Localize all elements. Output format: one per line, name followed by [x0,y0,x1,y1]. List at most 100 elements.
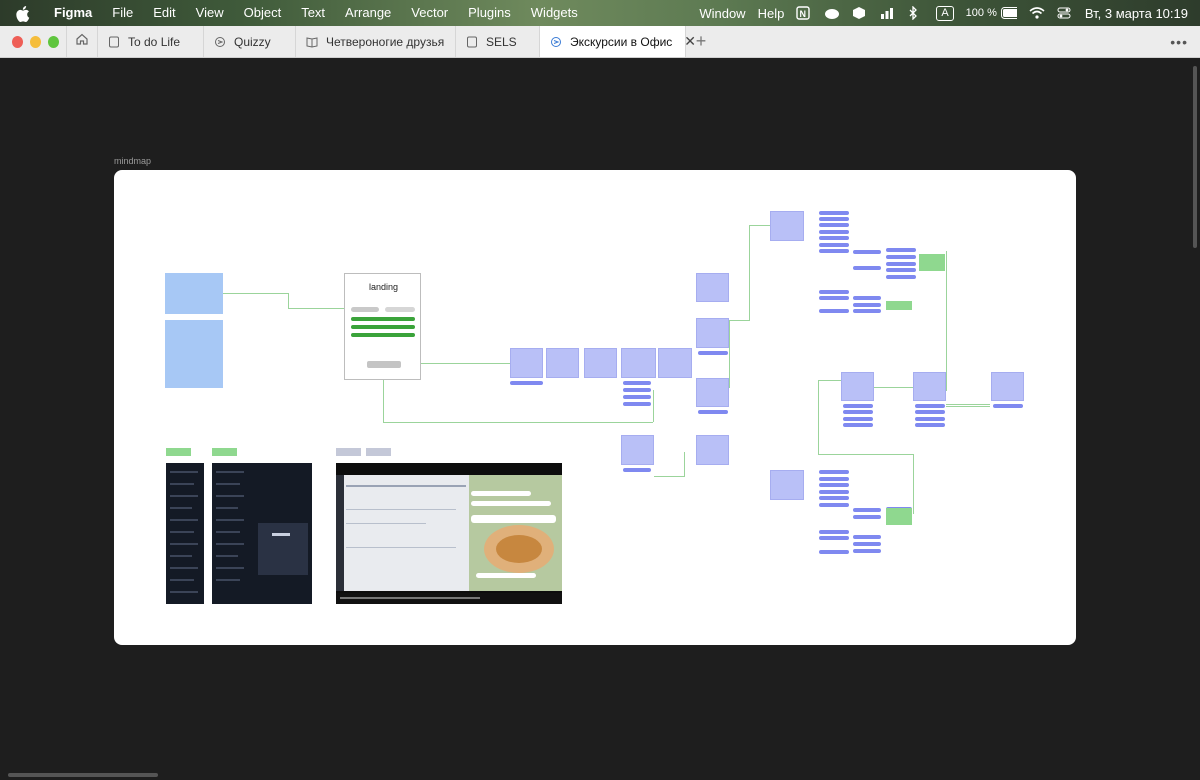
mindmap-card[interactable] [770,211,804,241]
control-center-icon[interactable] [1057,6,1073,20]
pill-button[interactable] [819,223,849,227]
bluetooth-icon[interactable] [908,6,924,20]
close-window-button[interactable] [12,35,23,48]
green-sticky-note[interactable] [886,508,912,525]
menu-help[interactable]: Help [758,6,785,21]
green-option[interactable] [351,317,415,321]
pill-button[interactable] [853,508,881,512]
pill-button[interactable] [819,230,849,234]
pill-button[interactable] [886,248,916,252]
menu-object[interactable]: Object [234,0,292,26]
horizontal-scrollbar[interactable] [8,773,158,777]
pill-button[interactable] [886,275,916,279]
pill-button[interactable] [623,468,651,472]
pill-button[interactable] [698,351,728,355]
tab-sels[interactable]: SELS [456,26,540,57]
tab-chetveronogie-druzya[interactable]: Четвероногие друзья [296,26,456,57]
pill-button[interactable] [819,490,849,494]
landing-button[interactable] [385,307,415,312]
phone-screenshot[interactable] [212,463,312,604]
wifi-icon[interactable] [1029,6,1045,20]
mindmap-card[interactable] [696,378,729,407]
pill-button[interactable] [853,309,881,313]
cube-icon[interactable] [852,6,868,20]
pill-button[interactable] [819,477,849,481]
pill-button[interactable] [843,417,873,421]
video-screenshot[interactable] [336,463,562,604]
tab-to-do-life[interactable]: To do Life [98,26,204,57]
pill-button[interactable] [886,262,916,266]
close-tab-icon[interactable]: ✕ [684,33,696,50]
pill-button[interactable] [843,410,873,414]
pill-button[interactable] [843,404,873,408]
mindmap-card[interactable] [546,348,579,378]
mindmap-card[interactable] [696,318,729,348]
pill-button[interactable] [819,536,849,540]
pill-button[interactable] [819,243,849,247]
minimize-window-button[interactable] [30,35,41,48]
battery-icon[interactable] [1000,6,1017,20]
green-sticky-note[interactable] [919,254,945,271]
pill-button[interactable] [819,550,849,554]
pill-button[interactable] [886,268,916,272]
mindmap-card[interactable] [841,372,874,401]
landing-frame[interactable]: landing [344,273,421,380]
menu-edit[interactable]: Edit [143,0,185,26]
phone-screenshot[interactable] [166,463,204,604]
mindmap-card[interactable] [770,470,804,500]
grey-tag[interactable] [366,448,391,456]
pill-button[interactable] [853,250,881,254]
pill-button[interactable] [819,217,849,221]
creative-cloud-icon[interactable] [824,6,840,20]
pill-button[interactable] [886,255,916,259]
stats-icon[interactable] [880,6,896,20]
menu-arrange[interactable]: Arrange [335,0,401,26]
pill-button[interactable] [853,515,881,519]
tab-ekskursii-v-ofis[interactable]: Экскурсии в Офис ✕ [540,26,696,57]
frame-label[interactable]: mindmap [114,156,151,166]
figma-canvas[interactable]: mindmap landing [0,58,1200,780]
mindmap-card[interactable] [584,348,617,378]
pill-button[interactable] [623,381,651,385]
mindmap-frame[interactable]: landing [114,170,1076,645]
pill-button[interactable] [819,483,849,487]
green-tag[interactable] [166,448,191,456]
pill-button[interactable] [853,535,881,539]
menu-text[interactable]: Text [291,0,335,26]
pill-button[interactable] [819,530,849,534]
pill-button[interactable] [819,470,849,474]
mindmap-card[interactable] [696,435,729,465]
tab-quizzy[interactable]: Quizzy [204,26,296,57]
pill-button[interactable] [819,211,849,215]
menu-file[interactable]: File [102,0,143,26]
pill-button[interactable] [915,410,945,414]
mindmap-card[interactable] [991,372,1024,401]
pill-button[interactable] [915,423,945,427]
pill-button[interactable] [623,395,651,399]
pill-button[interactable] [623,402,651,406]
mindmap-card[interactable] [510,348,543,378]
pill-button[interactable] [819,496,849,500]
pill-button[interactable] [819,309,849,313]
menu-window[interactable]: Window [699,6,745,21]
pill-button[interactable] [819,249,849,253]
sticky-note[interactable] [165,273,223,314]
green-tag[interactable] [212,448,237,456]
menu-clock[interactable]: Вт, 3 марта 10:19 [1085,6,1188,21]
vertical-scrollbar[interactable] [1193,66,1197,248]
green-sticky-note[interactable] [886,301,912,310]
menu-widgets[interactable]: Widgets [521,0,588,26]
mindmap-card[interactable] [621,348,656,378]
more-options-icon[interactable]: ••• [1170,34,1188,50]
pill-button[interactable] [819,503,849,507]
pill-button[interactable] [510,381,543,385]
pill-button[interactable] [819,296,849,300]
mindmap-card[interactable] [658,348,692,378]
mindmap-card[interactable] [621,435,654,465]
landing-cta-button[interactable] [367,361,401,368]
menu-plugins[interactable]: Plugins [458,0,521,26]
pill-button[interactable] [853,296,881,300]
pill-button[interactable] [819,290,849,294]
pill-button[interactable] [853,266,881,270]
menu-view[interactable]: View [186,0,234,26]
